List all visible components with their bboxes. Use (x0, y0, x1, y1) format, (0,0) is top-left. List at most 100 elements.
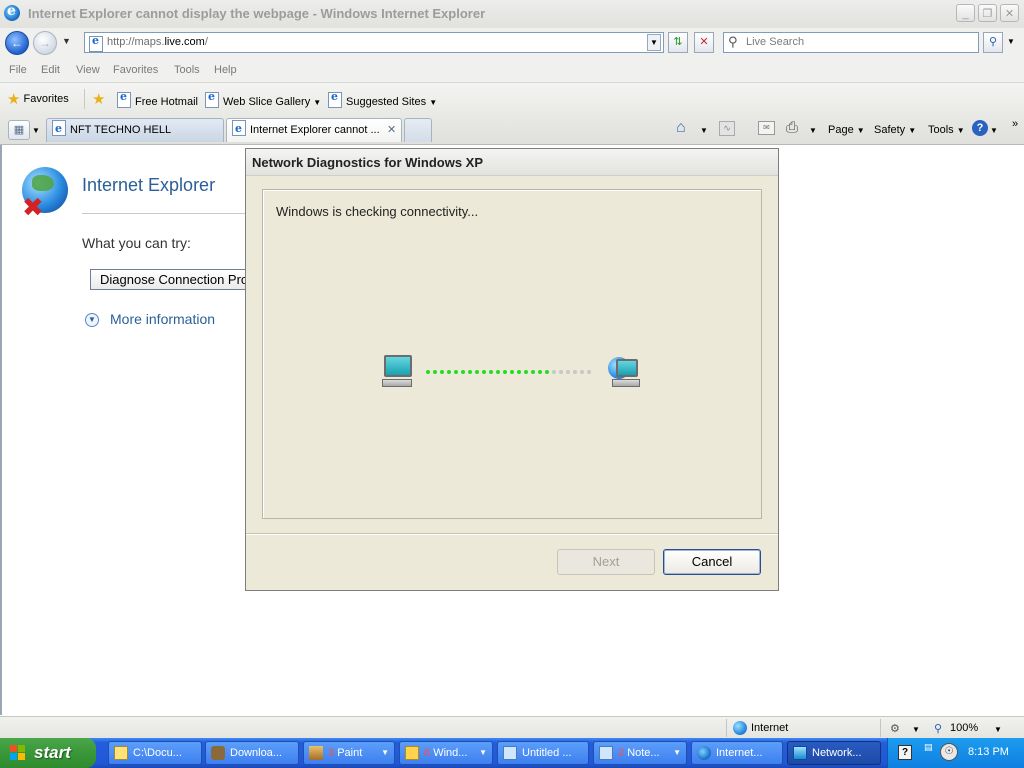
help-tray-icon[interactable]: ? (898, 745, 912, 760)
task-label: Wind... (433, 747, 468, 759)
home-dropdown-icon[interactable]: ▼ (700, 126, 708, 135)
task-windows-explorer-group[interactable]: 6 Wind... ▼ (399, 741, 493, 765)
folder-doc-icon (114, 746, 128, 760)
task-untitled[interactable]: Untitled ... (497, 741, 589, 765)
page-icon (232, 119, 246, 140)
windows-flag-icon (10, 745, 27, 761)
search-options-icon[interactable]: ▼ (1007, 37, 1015, 46)
print-icon[interactable]: ⎙ (786, 119, 798, 136)
progress-dot (545, 370, 549, 374)
back-button[interactable]: ← (5, 31, 29, 55)
tab-nft-techno-hell[interactable]: NFT TECHNO HELL (46, 118, 224, 142)
task-command-prompt[interactable]: C:\Docu... (108, 741, 202, 765)
restore-button[interactable]: ❐ (978, 4, 997, 22)
menu-file[interactable]: File (9, 64, 27, 76)
favorites-button[interactable]: ★ Favorites (7, 90, 69, 108)
feeds-icon[interactable]: ∿ (719, 121, 735, 136)
menu-view[interactable]: View (76, 64, 100, 76)
progress-dot (573, 370, 577, 374)
fav-link-web-slice-gallery[interactable]: Web Slice Gallery ▼ (205, 90, 321, 108)
task-network-diagnostics[interactable]: Network... (787, 741, 881, 765)
task-paint-group[interactable]: 3 Paint ▼ (303, 741, 395, 765)
tools-menu-button[interactable]: Tools ▼ (928, 124, 965, 136)
tab-current[interactable]: Internet Explorer cannot ... ✕ (226, 118, 402, 142)
fav-link-suggested-sites[interactable]: Suggested Sites ▼ (328, 90, 438, 108)
fav-link-label: Suggested Sites (346, 96, 427, 108)
safety-menu-button[interactable]: Safety ▼ (874, 124, 916, 136)
progress-dot (461, 370, 465, 374)
download-icon (211, 746, 225, 760)
what-to-try-label: What you can try: (82, 235, 191, 251)
network-tray-icon[interactable]: ▤ (924, 742, 933, 753)
menu-help[interactable]: Help (214, 64, 237, 76)
minimize-button[interactable]: _ (956, 4, 975, 22)
task-label: Paint (337, 747, 363, 759)
mail-icon[interactable]: ✉ (758, 121, 775, 135)
tab-label: Internet Explorer cannot ... (250, 124, 380, 136)
zoom-dropdown-icon[interactable]: ▼ (994, 725, 1002, 734)
security-zone-label: Internet (751, 722, 789, 734)
quick-tabs-button[interactable]: ▦ (8, 120, 30, 140)
close-window-button[interactable]: ✕ (1000, 4, 1019, 22)
progress-dot (433, 370, 437, 374)
print-dropdown-icon[interactable]: ▼ (809, 126, 817, 135)
dialog-title: Network Diagnostics for Windows XP (252, 155, 484, 170)
chevron-down-icon: ▼ (956, 126, 965, 135)
menu-favorites[interactable]: Favorites (113, 64, 158, 76)
search-go-button[interactable]: ⚲ (983, 32, 1003, 53)
fav-link-free-hotmail[interactable]: Free Hotmail (117, 90, 198, 108)
progress-dot (482, 370, 486, 374)
address-dropdown-icon[interactable]: ▼ (647, 34, 661, 51)
task-count: 3 (328, 747, 335, 759)
more-commands-icon[interactable]: » (1012, 118, 1018, 130)
page-menu-button[interactable]: Page ▼ (828, 124, 865, 136)
chevron-down-icon: ▼ (673, 748, 681, 757)
start-button[interactable]: start (0, 738, 96, 768)
window-title: Internet Explorer cannot display the web… (28, 6, 486, 21)
diagnose-connection-button[interactable]: Diagnose Connection Problems (90, 269, 260, 290)
history-dropdown-icon[interactable]: ▼ (62, 36, 71, 46)
home-icon[interactable]: ⌂ (676, 119, 686, 137)
progress-dot (580, 370, 584, 374)
system-tray: ? ▤ ☉ 8:13 PM (887, 738, 1024, 768)
status-divider (726, 719, 727, 737)
help-icon[interactable]: ? (972, 120, 988, 136)
tab-list-dropdown-icon[interactable]: ▼ (32, 126, 40, 135)
dialog-titlebar: Network Diagnostics for Windows XP (246, 149, 778, 176)
task-downloads[interactable]: Downloa... (205, 741, 299, 765)
cancel-button[interactable]: Cancel (663, 549, 761, 575)
address-input[interactable]: http://maps.live.com/ ▼ (84, 32, 664, 53)
task-label: Note... (627, 747, 660, 759)
next-button[interactable]: Next (557, 549, 655, 575)
zoom-level[interactable]: 100% (950, 722, 978, 734)
task-internet-explorer[interactable]: Internet... (691, 741, 783, 765)
ie-logo-icon (4, 3, 20, 21)
page-icon (205, 90, 219, 108)
chevron-down-icon[interactable]: ▼ (912, 725, 920, 734)
task-label: C:\Docu... (133, 747, 182, 759)
add-to-favorites-button[interactable]: ★ (92, 90, 105, 108)
new-tab-button[interactable] (404, 118, 432, 142)
volume-tray-icon[interactable]: ☉ (940, 743, 958, 761)
task-notepad-group[interactable]: 2 Note... ▼ (593, 741, 687, 765)
menu-edit[interactable]: Edit (41, 64, 60, 76)
search-input[interactable]: ⚲ Live Search (723, 32, 979, 53)
chevron-down-icon: ▼ (429, 98, 438, 107)
page-icon (328, 90, 342, 108)
stop-button[interactable]: ✕ (694, 32, 714, 53)
more-information-link[interactable]: More information (110, 311, 215, 327)
refresh-button[interactable]: ⇅ (668, 32, 688, 53)
page-menu-label: Page (828, 124, 854, 136)
progress-dot (538, 370, 542, 374)
forward-button[interactable]: → (33, 31, 57, 55)
help-dropdown-icon[interactable]: ▼ (990, 126, 998, 135)
progress-dot (531, 370, 535, 374)
chevron-down-icon: ▼ (908, 126, 917, 135)
internet-zone-icon (733, 721, 747, 735)
menu-tools[interactable]: Tools (174, 64, 200, 76)
close-tab-icon[interactable]: ✕ (387, 119, 396, 141)
network-icon (793, 746, 807, 760)
task-label: Downloa... (230, 747, 282, 759)
protected-mode-icon[interactable]: ⚙ (890, 722, 900, 735)
expand-chevron-icon[interactable]: ▼ (85, 313, 99, 327)
